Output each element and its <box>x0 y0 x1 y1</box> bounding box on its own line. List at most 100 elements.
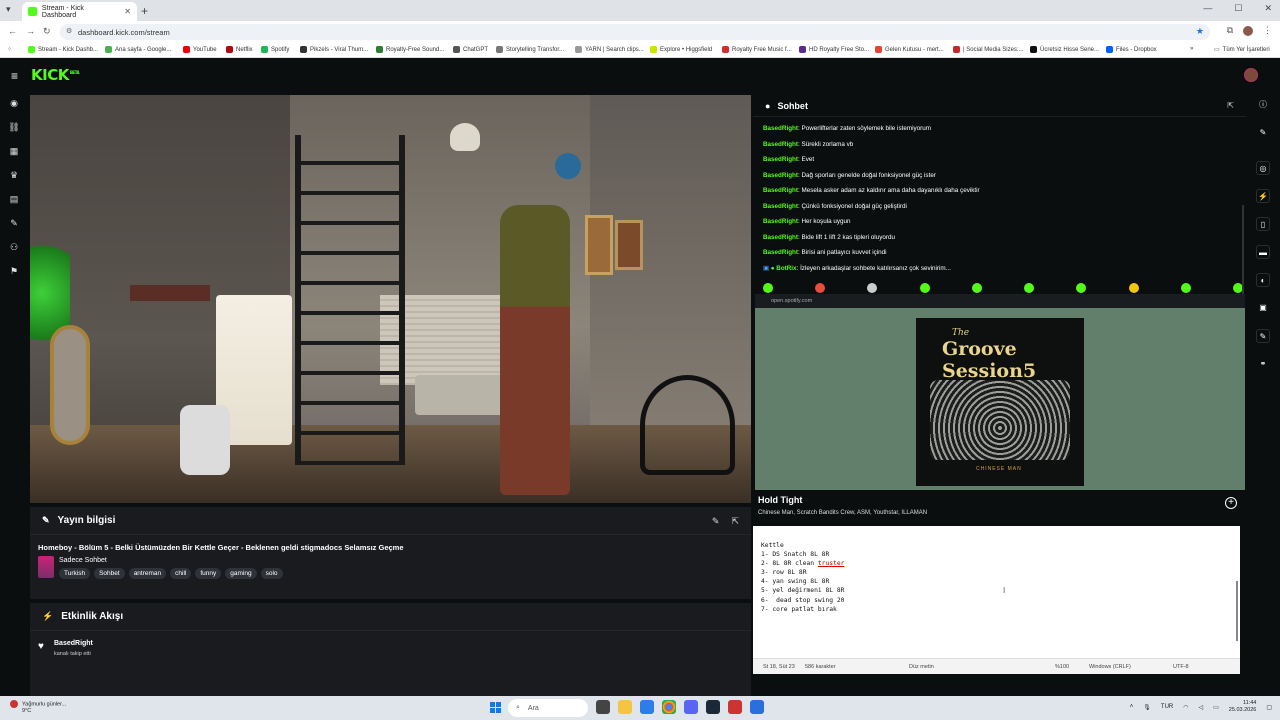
bookmark-item[interactable]: HD Royalty Free Sto... <box>799 46 869 53</box>
bookmark-item[interactable]: Netflix <box>226 46 253 53</box>
stream-icon[interactable]: ◉ <box>8 97 20 109</box>
wifi-icon[interactable]: ◠ <box>1183 704 1188 711</box>
track-artists[interactable]: Chinese Man, Scratch Bandits Crew, ASM, … <box>758 510 927 516</box>
category-thumbnail[interactable] <box>38 556 54 578</box>
kick-logo[interactable]: KICKBETA <box>31 66 80 84</box>
bookmark-item[interactable]: Ana sayfa - Google... <box>105 46 171 53</box>
mic-icon[interactable]: ◐ <box>1256 273 1270 287</box>
steam-icon[interactable] <box>706 700 720 714</box>
notification-icon[interactable]: ▢ <box>1266 704 1272 711</box>
more-bookmarks-icon[interactable]: » <box>1190 46 1193 52</box>
link-icon[interactable]: ⛓ <box>8 121 20 133</box>
tag[interactable]: antreman <box>128 568 167 579</box>
add-to-library-button[interactable]: + <box>1225 497 1237 509</box>
album-cover[interactable]: The Groove Session5 CHINESE MAN <box>916 318 1084 486</box>
bookmark-item[interactable]: YouTube <box>183 46 217 53</box>
trophy-icon[interactable]: ♛ <box>8 169 20 181</box>
chat-scrollbar[interactable] <box>1242 205 1244 295</box>
tag[interactable]: Sohbet <box>94 568 125 579</box>
browser-tab-active[interactable]: Stream - Kick Dashboard ✕ <box>22 2 137 21</box>
analytics-icon[interactable]: ▦ <box>8 145 20 157</box>
bookmark-item[interactable]: Pikzels - Viral Thum... <box>300 46 368 53</box>
bookmark-item[interactable]: Royalty Free Music f... <box>722 46 792 53</box>
back-button[interactable]: ← <box>8 26 17 36</box>
taskbar-search[interactable]: ⌕ Ara <box>508 699 588 717</box>
site-info-icon[interactable]: ⚙ <box>66 27 72 35</box>
tab-search-icon[interactable]: ▾ <box>6 4 11 15</box>
emote-icon[interactable] <box>1180 283 1191 293</box>
wrench-icon[interactable]: ✎ <box>8 217 20 229</box>
notepad-icon[interactable] <box>750 700 764 714</box>
share-icon[interactable]: ⚭ <box>1256 357 1270 371</box>
notepad-scrollbar[interactable] <box>1236 581 1238 641</box>
store-icon[interactable] <box>640 700 654 714</box>
emote-icon[interactable] <box>763 283 773 293</box>
bookmark-item[interactable]: Files - Dropbox <box>1106 46 1157 53</box>
pencil-icon[interactable]: ✎ <box>1256 126 1270 140</box>
gamepad-icon[interactable]: ▣ <box>1256 301 1270 315</box>
emote-icon[interactable] <box>1024 283 1035 293</box>
mic-icon[interactable]: 🎙 <box>1143 704 1151 711</box>
bookmark-item[interactable]: ChatGPT <box>453 46 488 53</box>
bookmark-item[interactable]: Spotify <box>261 46 289 53</box>
reload-button[interactable]: ↻ <box>43 26 51 37</box>
tray-expand-icon[interactable]: ˄ <box>1130 704 1134 710</box>
windows-start-icon[interactable] <box>490 702 501 713</box>
emote-icon[interactable] <box>867 283 878 293</box>
weather-widget[interactable]: Yağmurlu günler... 9°C <box>10 700 66 715</box>
language-indicator[interactable]: TUR <box>1161 704 1173 710</box>
browser-menu-icon[interactable]: ⋮ <box>1263 25 1272 36</box>
tag[interactable]: chill <box>170 568 192 579</box>
tag[interactable]: gaming <box>225 568 257 579</box>
category-name[interactable]: Sadece Sohbet <box>59 557 107 564</box>
library-icon[interactable]: ▤ <box>8 193 20 205</box>
stream-preview[interactable] <box>30 95 751 503</box>
emote-icon[interactable] <box>1076 283 1087 293</box>
edit-icon[interactable]: ✎ <box>712 516 720 527</box>
close-tab-icon[interactable]: ✕ <box>124 7 131 16</box>
bookmark-item[interactable]: Ücretsiz Hisse Sene... <box>1030 46 1099 53</box>
app-icon[interactable] <box>728 700 742 714</box>
bookmark-item[interactable]: YARN | Search clips... <box>575 46 644 53</box>
bookmark-star-icon[interactable]: ★ <box>1196 26 1204 37</box>
volume-icon[interactable]: ◁ <box>1199 704 1204 711</box>
forward-button[interactable]: → <box>26 26 35 36</box>
wrench-icon[interactable]: ✎ <box>1256 329 1270 343</box>
mod-icon[interactable]: ⚑ <box>8 265 20 277</box>
camera-icon[interactable]: ◎ <box>1256 161 1270 175</box>
file-explorer-icon[interactable] <box>618 700 632 714</box>
task-view-icon[interactable] <box>596 700 610 714</box>
user-avatar[interactable] <box>1244 68 1258 82</box>
profile-avatar[interactable] <box>1243 25 1253 36</box>
address-bar[interactable]: ⚙ dashboard.kick.com/stream ★ <box>60 24 1210 40</box>
users-icon[interactable]: ⚇ <box>8 241 20 253</box>
close-window-button[interactable]: ✕ <box>1264 3 1272 14</box>
tag[interactable]: solo <box>260 568 283 579</box>
discord-icon[interactable] <box>684 700 698 714</box>
minimize-button[interactable]: — <box>1203 3 1212 14</box>
bookmark-item[interactable]: Royalty-Free Sound... <box>376 46 444 53</box>
event-user[interactable]: BasedRight <box>54 640 93 647</box>
emote-icon[interactable] <box>971 283 982 293</box>
chrome-icon[interactable] <box>662 700 676 714</box>
menu-icon[interactable]: ≡ <box>11 69 18 83</box>
battery-icon[interactable]: ▭ <box>1213 704 1219 711</box>
emote-icon[interactable] <box>919 283 930 293</box>
popout-icon[interactable]: ⇱ <box>1227 101 1234 110</box>
lightning-icon[interactable]: ⚡ <box>1256 189 1270 203</box>
emote-icon[interactable] <box>1128 283 1139 293</box>
track-title[interactable]: Hold Tight <box>758 495 802 505</box>
popout-icon[interactable]: ⇱ <box>731 516 739 527</box>
bookmark-item[interactable]: Explore • Higgsfield <box>650 46 712 53</box>
bookmark-item[interactable]: Stream - Kick Dashb... <box>28 46 98 53</box>
info-icon[interactable]: ⓘ <box>1256 98 1270 112</box>
chat-icon[interactable]: ▬ <box>1256 245 1270 259</box>
extensions-icon[interactable]: ⧉ <box>1227 25 1233 36</box>
clock[interactable]: 11:44 25.03.2026 <box>1229 700 1257 714</box>
new-tab-button[interactable]: + <box>141 4 148 18</box>
maximize-button[interactable]: ☐ <box>1234 3 1242 14</box>
bookmark-item[interactable]: Storytelling Transfor... <box>496 46 564 53</box>
bookmark-item[interactable]: Gelen Kutusu - mert... <box>875 46 944 53</box>
all-bookmarks[interactable]: ▭ Tüm Yer İşaretleri <box>1214 46 1270 54</box>
apps-grid-icon[interactable]: ⁘ <box>7 46 12 53</box>
